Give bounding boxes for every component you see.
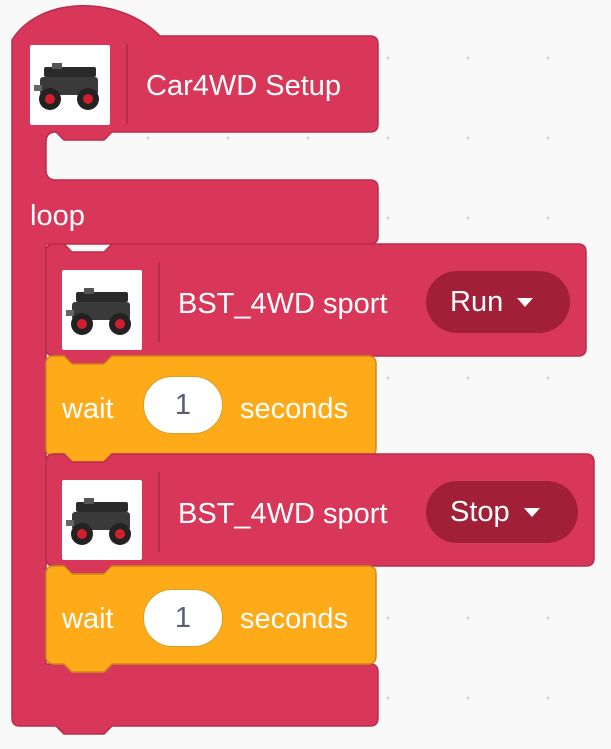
caret-down-icon	[517, 297, 534, 307]
wait-1-unit: seconds	[240, 393, 349, 425]
setup-separator	[126, 44, 128, 124]
caret-down-icon	[523, 507, 540, 517]
setup-label: Car4WD Setup	[146, 70, 342, 102]
sport-2-dropdown[interactable]: Stop	[426, 481, 578, 543]
robot-car-icon	[62, 270, 142, 350]
loop-label: loop	[30, 200, 85, 232]
wait-2-value: 1	[174, 601, 192, 634]
robot-car-icon	[62, 480, 142, 560]
wait-2-label: wait	[62, 603, 114, 635]
sport-1-separator	[158, 262, 160, 342]
wait-2-seconds-input[interactable]: 1	[143, 589, 223, 647]
sport-1-dropdown-value: Run	[450, 285, 504, 318]
wait-1-label: wait	[62, 393, 114, 425]
wait-1-value: 1	[174, 388, 192, 421]
wait-1-seconds-input[interactable]: 1	[143, 376, 223, 434]
sport-1-dropdown[interactable]: Run	[426, 271, 570, 333]
sport-2-separator	[158, 472, 160, 552]
robot-car-icon	[30, 45, 110, 125]
sport-2-label: BST_4WD sport	[178, 498, 388, 530]
wait-2-unit: seconds	[240, 603, 349, 635]
sport-1-label: BST_4WD sport	[178, 288, 388, 320]
sport-2-dropdown-value: Stop	[450, 495, 510, 528]
